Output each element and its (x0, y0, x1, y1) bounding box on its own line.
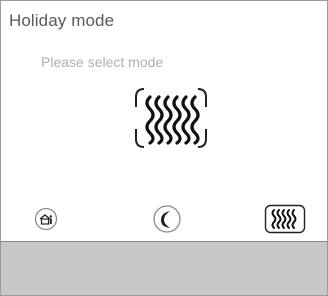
footer-bar (1, 241, 327, 295)
heat-waves-icon (264, 204, 306, 234)
mode-heat-button[interactable] (264, 204, 306, 234)
holiday-mode-dialog: Holiday mode Please select mode (0, 0, 328, 296)
dialog-title: Holiday mode (9, 11, 115, 30)
mode-home-button[interactable] (34, 207, 58, 231)
dialog-subtitle: Please select mode (41, 54, 164, 70)
selected-mode-button[interactable] (132, 85, 210, 151)
moon-icon (153, 205, 181, 233)
heat-waves-icon (135, 88, 207, 148)
mode-night-button[interactable] (152, 204, 182, 234)
home-icon (34, 207, 58, 231)
